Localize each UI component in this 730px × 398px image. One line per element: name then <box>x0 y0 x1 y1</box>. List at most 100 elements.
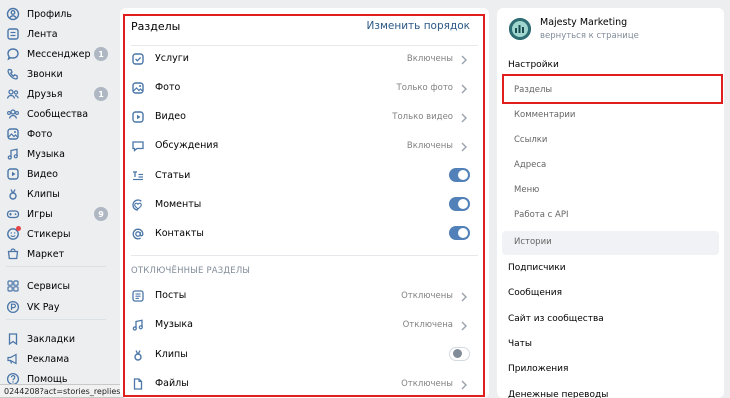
chevron-right-icon <box>461 55 467 65</box>
section-toggle[interactable] <box>449 347 470 361</box>
section-status: Только видео <box>392 112 453 122</box>
section-row[interactable]: Обсуждения Включены <box>120 132 489 161</box>
nav-item[interactable]: Игры 9 <box>0 204 112 224</box>
nav-item-label: Закладки <box>27 333 76 345</box>
settings-menu-item[interactable]: Настройки <box>502 54 719 78</box>
phone-icon <box>7 68 18 80</box>
nav-item[interactable]: Закладки <box>0 329 112 349</box>
music-icon-wrap <box>131 318 145 332</box>
message-icon <box>7 48 19 61</box>
section-row[interactable]: Фото Только фото <box>120 74 489 103</box>
nav-item[interactable]: Стикеры <box>0 224 112 244</box>
phone-icon-wrap <box>6 67 20 81</box>
settings-submenu-item[interactable]: Комментарии <box>502 104 719 128</box>
community-logo-icon <box>509 18 531 40</box>
nav-item[interactable]: Лента <box>0 24 112 44</box>
files-icon <box>133 378 143 390</box>
toggle-knob <box>458 199 468 209</box>
menu-item-label: Сайт из сообщества <box>508 314 604 324</box>
settings-submenu-item[interactable]: Работа с API <box>502 204 719 228</box>
section-row[interactable]: Моменты <box>120 191 489 220</box>
toggle-knob <box>458 228 468 238</box>
section-label: Обсуждения <box>155 140 219 151</box>
nav-item[interactable]: Клипы <box>0 184 112 204</box>
section-status: Включены <box>406 54 453 64</box>
section-status: Отключены <box>401 291 453 301</box>
change-order-link[interactable]: Изменить порядок <box>367 20 470 32</box>
communities-icon-wrap <box>6 107 20 121</box>
nav-item[interactable]: Фото <box>0 124 112 144</box>
settings-menu-item[interactable]: Подписчики <box>502 257 719 281</box>
back-to-page-link[interactable]: вернуться к странице <box>540 31 639 41</box>
settings-menu-item[interactable]: Чаты <box>502 333 719 357</box>
sections-panel: Разделы Изменить порядок ОТКЛЮЧЁННЫЕ РАЗ… <box>120 8 489 398</box>
settings-menu-item[interactable]: Денежные переводы <box>502 384 719 398</box>
chevron-wrap <box>459 54 469 66</box>
contacts-icon-wrap <box>131 227 145 241</box>
photo-icon-wrap <box>6 127 20 141</box>
clips-icon-wrap <box>131 348 145 362</box>
nav-item[interactable]: Мессенджер 1 <box>0 44 112 64</box>
video-icon <box>132 111 144 123</box>
music-icon <box>7 148 18 160</box>
chevron-wrap <box>459 320 469 332</box>
section-row[interactable]: Клипы <box>120 341 489 370</box>
nav-divider <box>6 319 106 320</box>
community-name[interactable]: Majesty Marketing <box>540 17 627 28</box>
section-row[interactable]: Музыка Отключена <box>120 311 489 340</box>
nav-item[interactable]: Друзья 1 <box>0 84 112 104</box>
market-icon-wrap <box>6 247 20 261</box>
section-row[interactable]: Посты Отключены <box>120 282 489 311</box>
bookmark-icon <box>8 333 18 346</box>
clips-icon-wrap <box>6 187 20 201</box>
chevron-right-icon <box>461 113 467 123</box>
section-toggle[interactable] <box>449 226 470 240</box>
nav-item[interactable]: Видео <box>0 164 112 184</box>
articles-icon <box>133 171 143 181</box>
news-icon-wrap <box>6 27 20 41</box>
section-toggle[interactable] <box>449 197 470 211</box>
nav-item[interactable]: Звонки <box>0 64 112 84</box>
nav-item[interactable]: Маркет <box>0 244 112 264</box>
section-row[interactable]: Контакты <box>120 220 489 249</box>
nav-item[interactable]: Профиль <box>0 4 112 24</box>
settings-submenu-item[interactable]: Истории <box>502 231 719 255</box>
section-toggle[interactable] <box>449 168 470 182</box>
nav-item-label: Помощь <box>27 373 68 385</box>
nav-item-label: Звонки <box>27 68 63 80</box>
section-row[interactable]: Статьи <box>120 162 489 191</box>
chevron-wrap <box>459 83 469 95</box>
section-label: Видео <box>155 111 186 122</box>
nav-divider <box>6 266 106 267</box>
section-status: Отключена <box>402 320 453 330</box>
settings-submenu-item[interactable]: Ссылки <box>502 129 719 153</box>
menu-item-label: Комментарии <box>514 110 576 120</box>
community-avatar[interactable] <box>509 18 531 40</box>
section-row[interactable]: Видео Только видео <box>120 103 489 132</box>
nav-item[interactable]: Реклама <box>0 349 112 369</box>
menu-item-label: Денежные переводы <box>508 390 609 398</box>
settings-submenu-item[interactable]: Разделы <box>502 79 719 103</box>
nav-item-label: Друзья <box>27 88 63 100</box>
settings-submenu-item[interactable]: Меню <box>502 179 719 203</box>
nav-item[interactable]: Музыка <box>0 144 112 164</box>
section-label: Фото <box>155 82 181 93</box>
nav-item[interactable]: VK Pay <box>0 297 112 317</box>
video-icon <box>7 168 19 180</box>
settings-menu-item[interactable]: Сообщения <box>502 282 719 306</box>
menu-item-label: Меню <box>514 185 540 195</box>
posts-icon-wrap <box>131 289 145 303</box>
section-row[interactable]: Файлы Отключены <box>120 370 489 398</box>
nav-item-label: Сообщества <box>27 108 89 120</box>
settings-menu-item[interactable]: Приложения <box>502 358 719 382</box>
settings-menu-item[interactable]: Сайт из сообщества <box>502 308 719 332</box>
user-circle-icon-wrap <box>6 7 20 21</box>
section-row[interactable]: Услуги Включены <box>120 45 489 74</box>
chevron-right-icon <box>461 321 467 331</box>
video-icon-wrap <box>6 167 20 181</box>
menu-item-label: Приложения <box>508 364 569 374</box>
nav-item[interactable]: Сервисы <box>0 276 112 296</box>
settings-submenu-item[interactable]: Адреса <box>502 154 719 178</box>
chevron-wrap <box>459 112 469 124</box>
nav-item[interactable]: Сообщества <box>0 104 112 124</box>
